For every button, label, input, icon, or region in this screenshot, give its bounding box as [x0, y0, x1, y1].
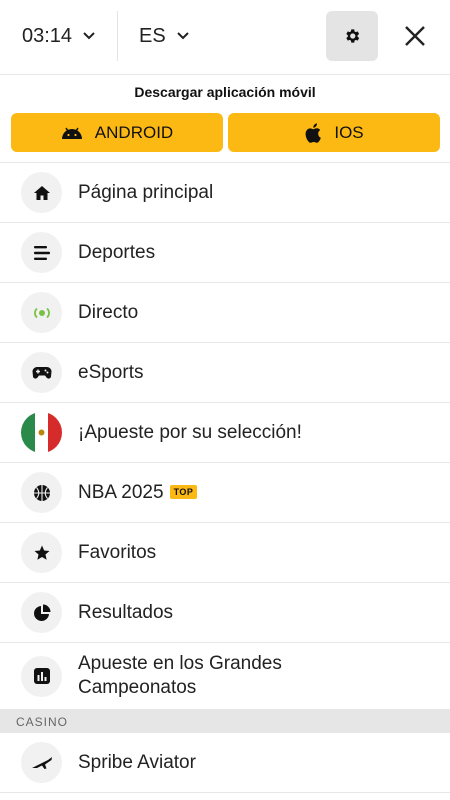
home-icon [21, 172, 62, 213]
ios-label: IOS [334, 122, 364, 142]
gear-icon [346, 29, 360, 43]
airplane-icon [21, 742, 62, 783]
menu-item-label: NBA 2025 TOP [78, 481, 198, 505]
menu-item-label: Spribe Aviator [78, 751, 196, 773]
menu-item-championships[interactable]: Apueste en los Grandes Campeonatos [0, 643, 450, 710]
android-icon [61, 127, 82, 139]
sports-list-icon [21, 232, 62, 273]
basketball-icon [21, 472, 62, 513]
apple-icon [305, 122, 322, 143]
chevron-down-icon [83, 32, 95, 40]
menu-item-label: Directo [78, 301, 139, 323]
menu-item-team-selection[interactable]: ¡Apueste por su selección! [0, 403, 450, 463]
menu-item-favorites[interactable]: Favoritos [0, 523, 450, 583]
menu-item-label: ¡Apueste por su selección! [78, 421, 302, 443]
nba-label: NBA 2025 [78, 481, 164, 503]
menu-item-nba[interactable]: NBA 2025 TOP [0, 463, 450, 523]
menu-item-label: Página principal [78, 181, 214, 203]
menu-item-sports[interactable]: Deportes [0, 223, 450, 283]
menu-item-label: Favoritos [78, 541, 157, 563]
star-icon [21, 532, 62, 573]
menu-item-label: Apueste en los Grandes Campeonatos [78, 653, 282, 698]
chevron-down-icon [176, 32, 189, 40]
main-menu: Página principal Deportes Directo eSport… [0, 163, 450, 793]
close-button[interactable] [393, 14, 437, 58]
language-value: ES [139, 24, 166, 47]
android-label: ANDROID [94, 122, 174, 142]
live-icon [21, 292, 62, 333]
top-bar: 03:14 ES [0, 0, 450, 75]
menu-item-label: eSports [78, 361, 144, 383]
time-value: 03:14 [22, 24, 73, 47]
mexico-flag-icon [21, 412, 62, 453]
time-selector[interactable]: 03:14 [22, 23, 96, 49]
pie-chart-icon [21, 592, 62, 633]
menu-item-live[interactable]: Directo [0, 283, 450, 343]
language-selector[interactable]: ES [139, 23, 190, 49]
divider [117, 11, 118, 61]
bar-chart-icon [21, 655, 62, 697]
top-badge: TOP [169, 484, 198, 499]
menu-item-home[interactable]: Página principal [0, 163, 450, 223]
casino-section-header: CASINO [0, 710, 450, 733]
ios-download-button[interactable]: IOS [228, 113, 440, 152]
menu-item-esports[interactable]: eSports [0, 343, 450, 403]
gamepad-icon [21, 352, 62, 393]
close-icon [405, 26, 425, 46]
menu-item-label: Deportes [78, 241, 156, 263]
menu-item-spribe-aviator[interactable]: Spribe Aviator [0, 733, 450, 793]
android-download-button[interactable]: ANDROID [11, 113, 223, 152]
menu-item-results[interactable]: Resultados [0, 583, 450, 643]
settings-button[interactable] [326, 11, 378, 61]
download-title: Descargar aplicación móvil [134, 84, 316, 100]
menu-item-label: Resultados [78, 601, 174, 623]
